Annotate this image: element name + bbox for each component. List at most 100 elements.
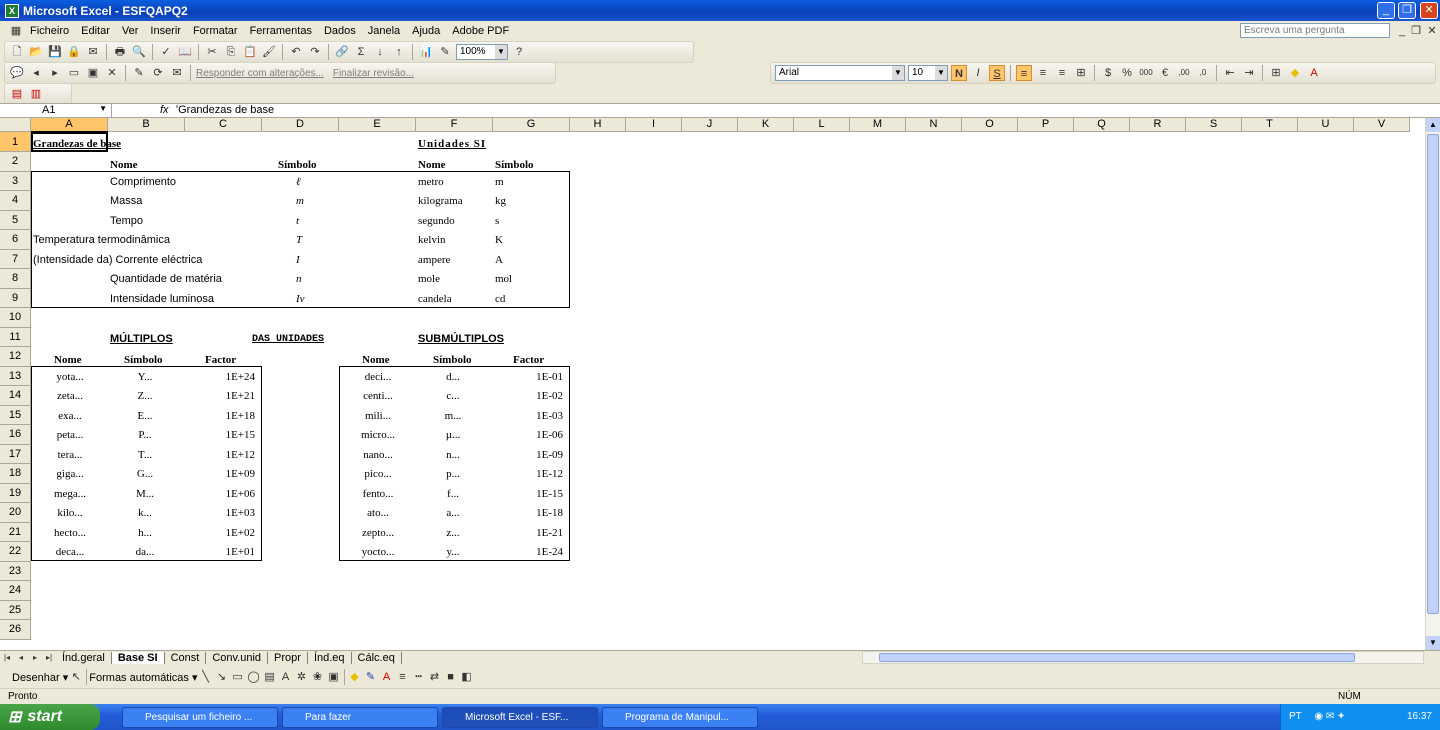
doc-close-icon[interactable]: ✕ (1424, 23, 1440, 39)
euro-icon[interactable]: € (1157, 65, 1173, 81)
name-box[interactable]: A1 ▼ (2, 104, 112, 117)
row-header-4[interactable]: 4 (0, 191, 31, 211)
hyperlink-icon[interactable]: 🔗 (334, 44, 350, 60)
sort-desc-icon[interactable]: ↑ (391, 44, 407, 60)
col-header-U[interactable]: U (1298, 118, 1354, 132)
workbook-icon[interactable]: ▦ (8, 23, 24, 39)
font-size-select[interactable]: 10 ▼ (908, 65, 948, 81)
row-header-9[interactable]: 9 (0, 288, 31, 308)
col-header-B[interactable]: B (108, 118, 185, 132)
tab-base-si[interactable]: Base SI (111, 652, 165, 664)
col-header-V[interactable]: V (1354, 118, 1410, 132)
col-header-Q[interactable]: Q (1074, 118, 1130, 132)
row-header-25[interactable]: 25 (0, 600, 31, 620)
redo-icon[interactable]: ↷ (307, 44, 323, 60)
new-icon[interactable]: 🗋 (9, 44, 25, 60)
excel-app-icon[interactable]: X (5, 3, 19, 18)
col-header-C[interactable]: C (185, 118, 262, 132)
picture-icon[interactable]: ▣ (326, 669, 342, 685)
permission-icon[interactable]: 🔒 (66, 44, 82, 60)
menu-ver[interactable]: Ver (116, 25, 145, 37)
line-style-icon[interactable]: ≡ (395, 669, 411, 685)
email-icon[interactable]: ✉ (85, 44, 101, 60)
col-header-G[interactable]: G (493, 118, 570, 132)
tab-ind-eq[interactable]: Índ.eq (308, 652, 352, 664)
row-header-12[interactable]: 12 (0, 347, 31, 367)
cut-icon[interactable]: ✂ (204, 44, 220, 60)
show-comment-icon[interactable]: ▭ (66, 65, 82, 81)
menu-formatar[interactable]: Formatar (187, 25, 244, 37)
fx-icon[interactable]: fx (160, 104, 169, 116)
col-header-A[interactable]: A (31, 118, 108, 132)
row-header-26[interactable]: 26 (0, 620, 31, 640)
send-review-icon[interactable]: ✉ (169, 65, 185, 81)
align-center-icon[interactable]: ≡ (1035, 65, 1051, 81)
oval-icon[interactable]: ◯ (246, 669, 262, 685)
textbox-icon[interactable]: ▤ (262, 669, 278, 685)
menu-dados[interactable]: Dados (318, 25, 362, 37)
prev-sheet-icon[interactable]: ◂ (14, 650, 28, 666)
worksheet-grid[interactable]: ABCDEFGHIJKLMNOPQRSTUV 1 2 3 4 5 6 7 8 9 10 11 12 13… (0, 118, 1425, 650)
end-review-link[interactable]: Finalizar revisão... (333, 68, 414, 79)
dash-style-icon[interactable]: ┅ (411, 669, 427, 685)
ask-question-input[interactable]: Escreva uma pergunta (1240, 23, 1390, 38)
rectangle-icon[interactable]: ▭ (230, 669, 246, 685)
task-excel[interactable]: Microsoft Excel - ESF... (442, 707, 598, 728)
col-header-E[interactable]: E (339, 118, 416, 132)
delete-comment-icon[interactable]: ✕ (104, 65, 120, 81)
tab-conv-unid[interactable]: Conv.unid (206, 652, 269, 664)
vertical-scroll-thumb[interactable] (1427, 134, 1439, 614)
spelling-icon[interactable]: ✓ (158, 44, 174, 60)
language-indicator[interactable]: PT (1289, 711, 1302, 722)
paste-icon[interactable]: 📋 (242, 44, 258, 60)
col-header-I[interactable]: I (626, 118, 682, 132)
show-all-comments-icon[interactable]: ▣ (85, 65, 101, 81)
last-sheet-icon[interactable]: ▸| (42, 650, 56, 666)
arrow-icon[interactable]: ↘ (214, 669, 230, 685)
autosum-icon[interactable]: Σ (353, 44, 369, 60)
row-header-1[interactable]: 1 (0, 132, 31, 152)
autoshapes-menu[interactable]: Formas automáticas ▾ (89, 671, 197, 684)
formula-input[interactable]: 'Grandezas de base (176, 104, 274, 116)
line-icon[interactable]: ╲ (198, 669, 214, 685)
col-header-R[interactable]: R (1130, 118, 1186, 132)
row-header-3[interactable]: 3 (0, 171, 31, 191)
borders-icon[interactable]: ⊞ (1268, 65, 1284, 81)
menu-adobe-pdf[interactable]: Adobe PDF (446, 25, 515, 37)
name-box-dropdown-icon[interactable]: ▼ (99, 104, 107, 113)
col-header-K[interactable]: K (738, 118, 794, 132)
menu-ajuda[interactable]: Ajuda (406, 25, 446, 37)
row-header-22[interactable]: 22 (0, 542, 31, 562)
format-painter-icon[interactable]: 🖌 (261, 44, 277, 60)
row-header-10[interactable]: 10 (0, 308, 31, 328)
prev-comment-icon[interactable]: ◂ (28, 65, 44, 81)
task-folder[interactable]: Para fazer (282, 707, 438, 728)
tab-propr[interactable]: Propr (268, 652, 308, 664)
new-comment-icon[interactable]: 💬 (9, 65, 25, 81)
increase-indent-icon[interactable]: ⇥ (1241, 65, 1257, 81)
help-icon[interactable]: ? (511, 44, 527, 60)
scroll-up-icon[interactable]: ▲ (1426, 118, 1440, 132)
draw-fill-color-icon[interactable]: ◆ (347, 669, 363, 685)
row-header-19[interactable]: 19 (0, 483, 31, 503)
col-header-H[interactable]: H (570, 118, 626, 132)
tab-const[interactable]: Const (165, 652, 207, 664)
save-icon[interactable]: 💾 (47, 44, 63, 60)
draw-menu[interactable]: Desenhar ▾ (12, 671, 68, 684)
row-header-8[interactable]: 8 (0, 269, 31, 289)
update-file-icon[interactable]: ⟳ (150, 65, 166, 81)
undo-icon[interactable]: ↶ (288, 44, 304, 60)
copy-icon[interactable]: ⎘ (223, 44, 239, 60)
close-button[interactable]: ✕ (1420, 2, 1438, 19)
row-header-17[interactable]: 17 (0, 444, 31, 464)
font-color-icon[interactable]: A (1306, 65, 1322, 81)
row-header-14[interactable]: 14 (0, 386, 31, 406)
arrow-style-icon[interactable]: ⇄ (427, 669, 443, 685)
row-header-2[interactable]: 2 (0, 152, 31, 172)
fill-color-icon[interactable]: ◆ (1287, 65, 1303, 81)
col-header-J[interactable]: J (682, 118, 738, 132)
wordart-icon[interactable]: A (278, 669, 294, 685)
col-header-O[interactable]: O (962, 118, 1018, 132)
tab-calc-eq[interactable]: Cálc.eq (352, 652, 402, 664)
chart-wizard-icon[interactable]: 📊 (418, 44, 434, 60)
